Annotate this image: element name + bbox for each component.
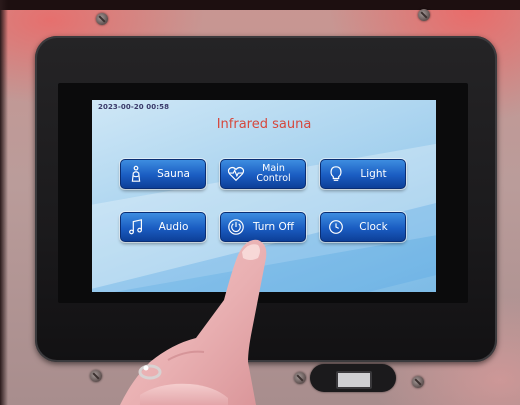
power-icon [226, 217, 246, 237]
wall-left-edge [0, 0, 8, 405]
light-button-label: Light [360, 168, 387, 180]
main-control-button[interactable]: Main Control [220, 159, 306, 189]
screen-title: Infrared sauna [216, 117, 312, 132]
clock-icon [326, 217, 346, 237]
datetime-readout: 2023-00-20 00:58 [98, 103, 170, 111]
light-button[interactable]: Light [320, 159, 406, 189]
clock-button[interactable]: Clock [320, 212, 406, 242]
clock-button-label: Clock [359, 221, 388, 233]
screw-top-left [96, 13, 108, 25]
bulb-icon [326, 164, 346, 184]
turn-off-button[interactable]: Turn Off [220, 212, 306, 242]
usb-port [336, 371, 372, 389]
sauna-person-icon [126, 164, 146, 184]
screw-bottom-left [90, 370, 102, 382]
screw-bottom-center [294, 372, 306, 384]
touch-screen: 2023-00-20 00:58 Infrared sauna Sauna Ma… [92, 100, 436, 292]
heartbeat-icon [226, 164, 246, 184]
audio-button[interactable]: Audio [120, 212, 206, 242]
music-note-icon [126, 217, 146, 237]
sauna-button-label: Sauna [157, 168, 190, 180]
wall-top-edge [0, 0, 520, 10]
turn-off-button-label: Turn Off [252, 221, 295, 233]
main-control-button-label: Main Control [256, 163, 291, 184]
audio-button-label: Audio [158, 221, 189, 233]
sauna-button[interactable]: Sauna [120, 159, 206, 189]
screw-top-right [418, 9, 430, 21]
screw-bottom-right [412, 376, 424, 388]
